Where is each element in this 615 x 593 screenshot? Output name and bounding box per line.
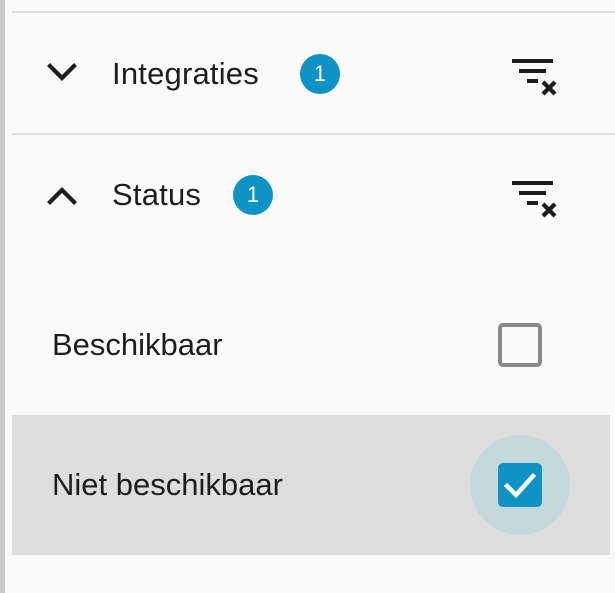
option-label: Beschikbaar — [52, 327, 223, 362]
filter-panel: Integraties 1 Status 1 Beschikbaar Niet … — [12, 0, 615, 593]
section-title: Status — [112, 177, 202, 212]
section-header-integraties[interactable]: Integraties 1 — [12, 13, 615, 133]
chevron-up-icon[interactable] — [42, 175, 82, 215]
filter-clear-icon[interactable] — [508, 173, 564, 221]
filter-clear-icon[interactable] — [508, 51, 564, 99]
count-badge: 1 — [300, 54, 340, 94]
filter-panel-frame: Integraties 1 Status 1 Beschikbaar Niet … — [0, 0, 615, 593]
checkmark-icon — [503, 472, 537, 499]
left-border — [0, 0, 5, 593]
section-header-status[interactable]: Status 1 — [12, 135, 615, 255]
option-label: Niet beschikbaar — [52, 467, 283, 502]
section-title: Integraties — [112, 56, 259, 91]
checkbox-niet-beschikbaar[interactable] — [498, 463, 542, 507]
chevron-down-icon[interactable] — [42, 53, 82, 93]
status-option-niet-beschikbaar[interactable]: Niet beschikbaar — [12, 415, 610, 555]
status-option-beschikbaar[interactable]: Beschikbaar — [12, 275, 610, 415]
checkbox-beschikbaar[interactable] — [498, 323, 542, 367]
count-badge: 1 — [233, 175, 273, 215]
